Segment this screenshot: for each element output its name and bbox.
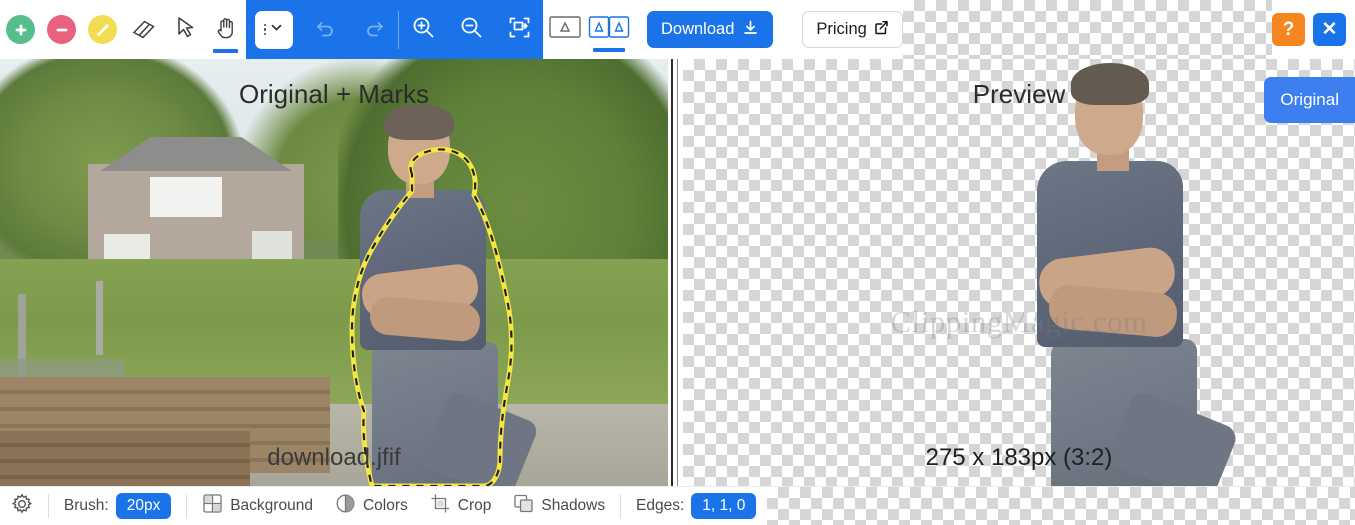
half-circle-icon <box>335 493 356 519</box>
download-button[interactable]: Download <box>647 11 774 48</box>
background-label: Background <box>230 497 313 514</box>
gear-icon <box>11 492 33 520</box>
fit-screen-button[interactable] <box>495 0 543 59</box>
help-button[interactable]: ? <box>1272 13 1305 46</box>
minus-circle-icon <box>47 15 76 44</box>
crop-button[interactable]: Crop <box>419 487 503 525</box>
bottom-toolbar: Brush: 20px Background Colors Crop Shado… <box>0 486 1355 525</box>
bottombar-checker-tail <box>767 486 1355 525</box>
pricing-button-label: Pricing <box>816 20 867 38</box>
view-single-button[interactable] <box>543 0 587 59</box>
brush-size-badge[interactable]: 20px <box>115 493 172 519</box>
undo-button[interactable] <box>302 0 350 59</box>
close-button[interactable]: ✕ <box>1313 13 1346 46</box>
original-photo <box>0 59 668 486</box>
single-pane-icon <box>548 14 582 45</box>
edges-label: Edges: <box>636 497 685 514</box>
overflow-menu-button[interactable] <box>255 10 293 49</box>
hair-tool[interactable] <box>82 0 123 59</box>
preview-pane[interactable]: ClippingMagic.com Preview 275 x 183px (3… <box>683 59 1355 486</box>
subject-figure <box>332 104 540 486</box>
original-marks-pane[interactable]: Original + Marks download.jfif <box>0 59 668 486</box>
pricing-button[interactable]: Pricing <box>802 11 903 48</box>
background-button[interactable]: Background <box>191 487 324 525</box>
chevron-down-icon <box>269 20 284 40</box>
crop-label: Crop <box>457 497 492 514</box>
bottombar-divider-3 <box>620 494 622 518</box>
editor-canvas-area: Original + Marks download.jfif ClippingM… <box>0 59 1355 486</box>
fit-screen-icon <box>506 14 533 46</box>
view-mode-group <box>543 0 631 59</box>
redo-icon <box>361 14 387 45</box>
top-toolbar: Download Pricing ? ✕ <box>0 0 1355 59</box>
brush-tool-group <box>0 0 246 59</box>
view-split-button[interactable] <box>587 0 631 59</box>
download-button-label: Download <box>661 20 735 38</box>
split-pane-icon <box>588 14 630 45</box>
zoom-in-icon <box>410 14 437 46</box>
shadows-label: Shadows <box>541 497 606 514</box>
bottombar-divider-1 <box>48 494 49 518</box>
toolbar-spacer <box>902 0 1272 59</box>
pan-tool[interactable] <box>205 0 246 59</box>
pointer-tool[interactable] <box>164 0 205 59</box>
grid-squares-icon <box>202 493 223 519</box>
pane-divider-handle[interactable] <box>668 59 683 486</box>
redo-button[interactable] <box>350 0 398 59</box>
cursor-arrow-icon <box>170 12 200 47</box>
edges-control[interactable]: Edges: 1, 1, 0 <box>625 487 767 525</box>
clipping-magic-editor: Download Pricing ? ✕ Original + Marks do… <box>0 0 1355 525</box>
colors-button[interactable]: Colors <box>324 487 419 525</box>
show-original-button[interactable]: Original <box>1264 77 1355 123</box>
eraser-tool[interactable] <box>123 0 164 59</box>
brush-size-control[interactable]: Brush: 20px <box>53 487 182 525</box>
remove-background-tool[interactable] <box>41 0 82 59</box>
download-arrow-icon <box>742 19 759 41</box>
bottombar-divider-2 <box>186 494 188 518</box>
undo-icon <box>313 14 339 45</box>
zoom-out-icon <box>458 14 485 46</box>
cutout-result-image <box>1001 63 1261 486</box>
brush-label: Brush: <box>63 497 109 514</box>
zoom-out-button[interactable] <box>447 0 495 59</box>
colors-label: Colors <box>362 497 408 514</box>
settings-button[interactable] <box>0 487 44 525</box>
plus-circle-icon <box>6 15 35 44</box>
add-foreground-tool[interactable] <box>0 0 41 59</box>
kebab-icon <box>263 23 267 36</box>
window-controls: ? ✕ <box>1272 0 1355 59</box>
action-button-group: Download Pricing <box>631 0 903 59</box>
slash-circle-icon <box>88 15 117 44</box>
shadows-button[interactable]: Shadows <box>502 487 616 525</box>
external-link-icon <box>874 20 889 40</box>
layers-icon <box>513 493 534 519</box>
eraser-icon <box>129 12 159 47</box>
crop-icon <box>430 493 451 519</box>
edges-value-badge[interactable]: 1, 1, 0 <box>691 493 757 519</box>
history-zoom-group <box>246 0 543 59</box>
zoom-in-button[interactable] <box>399 0 447 59</box>
hand-icon <box>211 12 241 47</box>
